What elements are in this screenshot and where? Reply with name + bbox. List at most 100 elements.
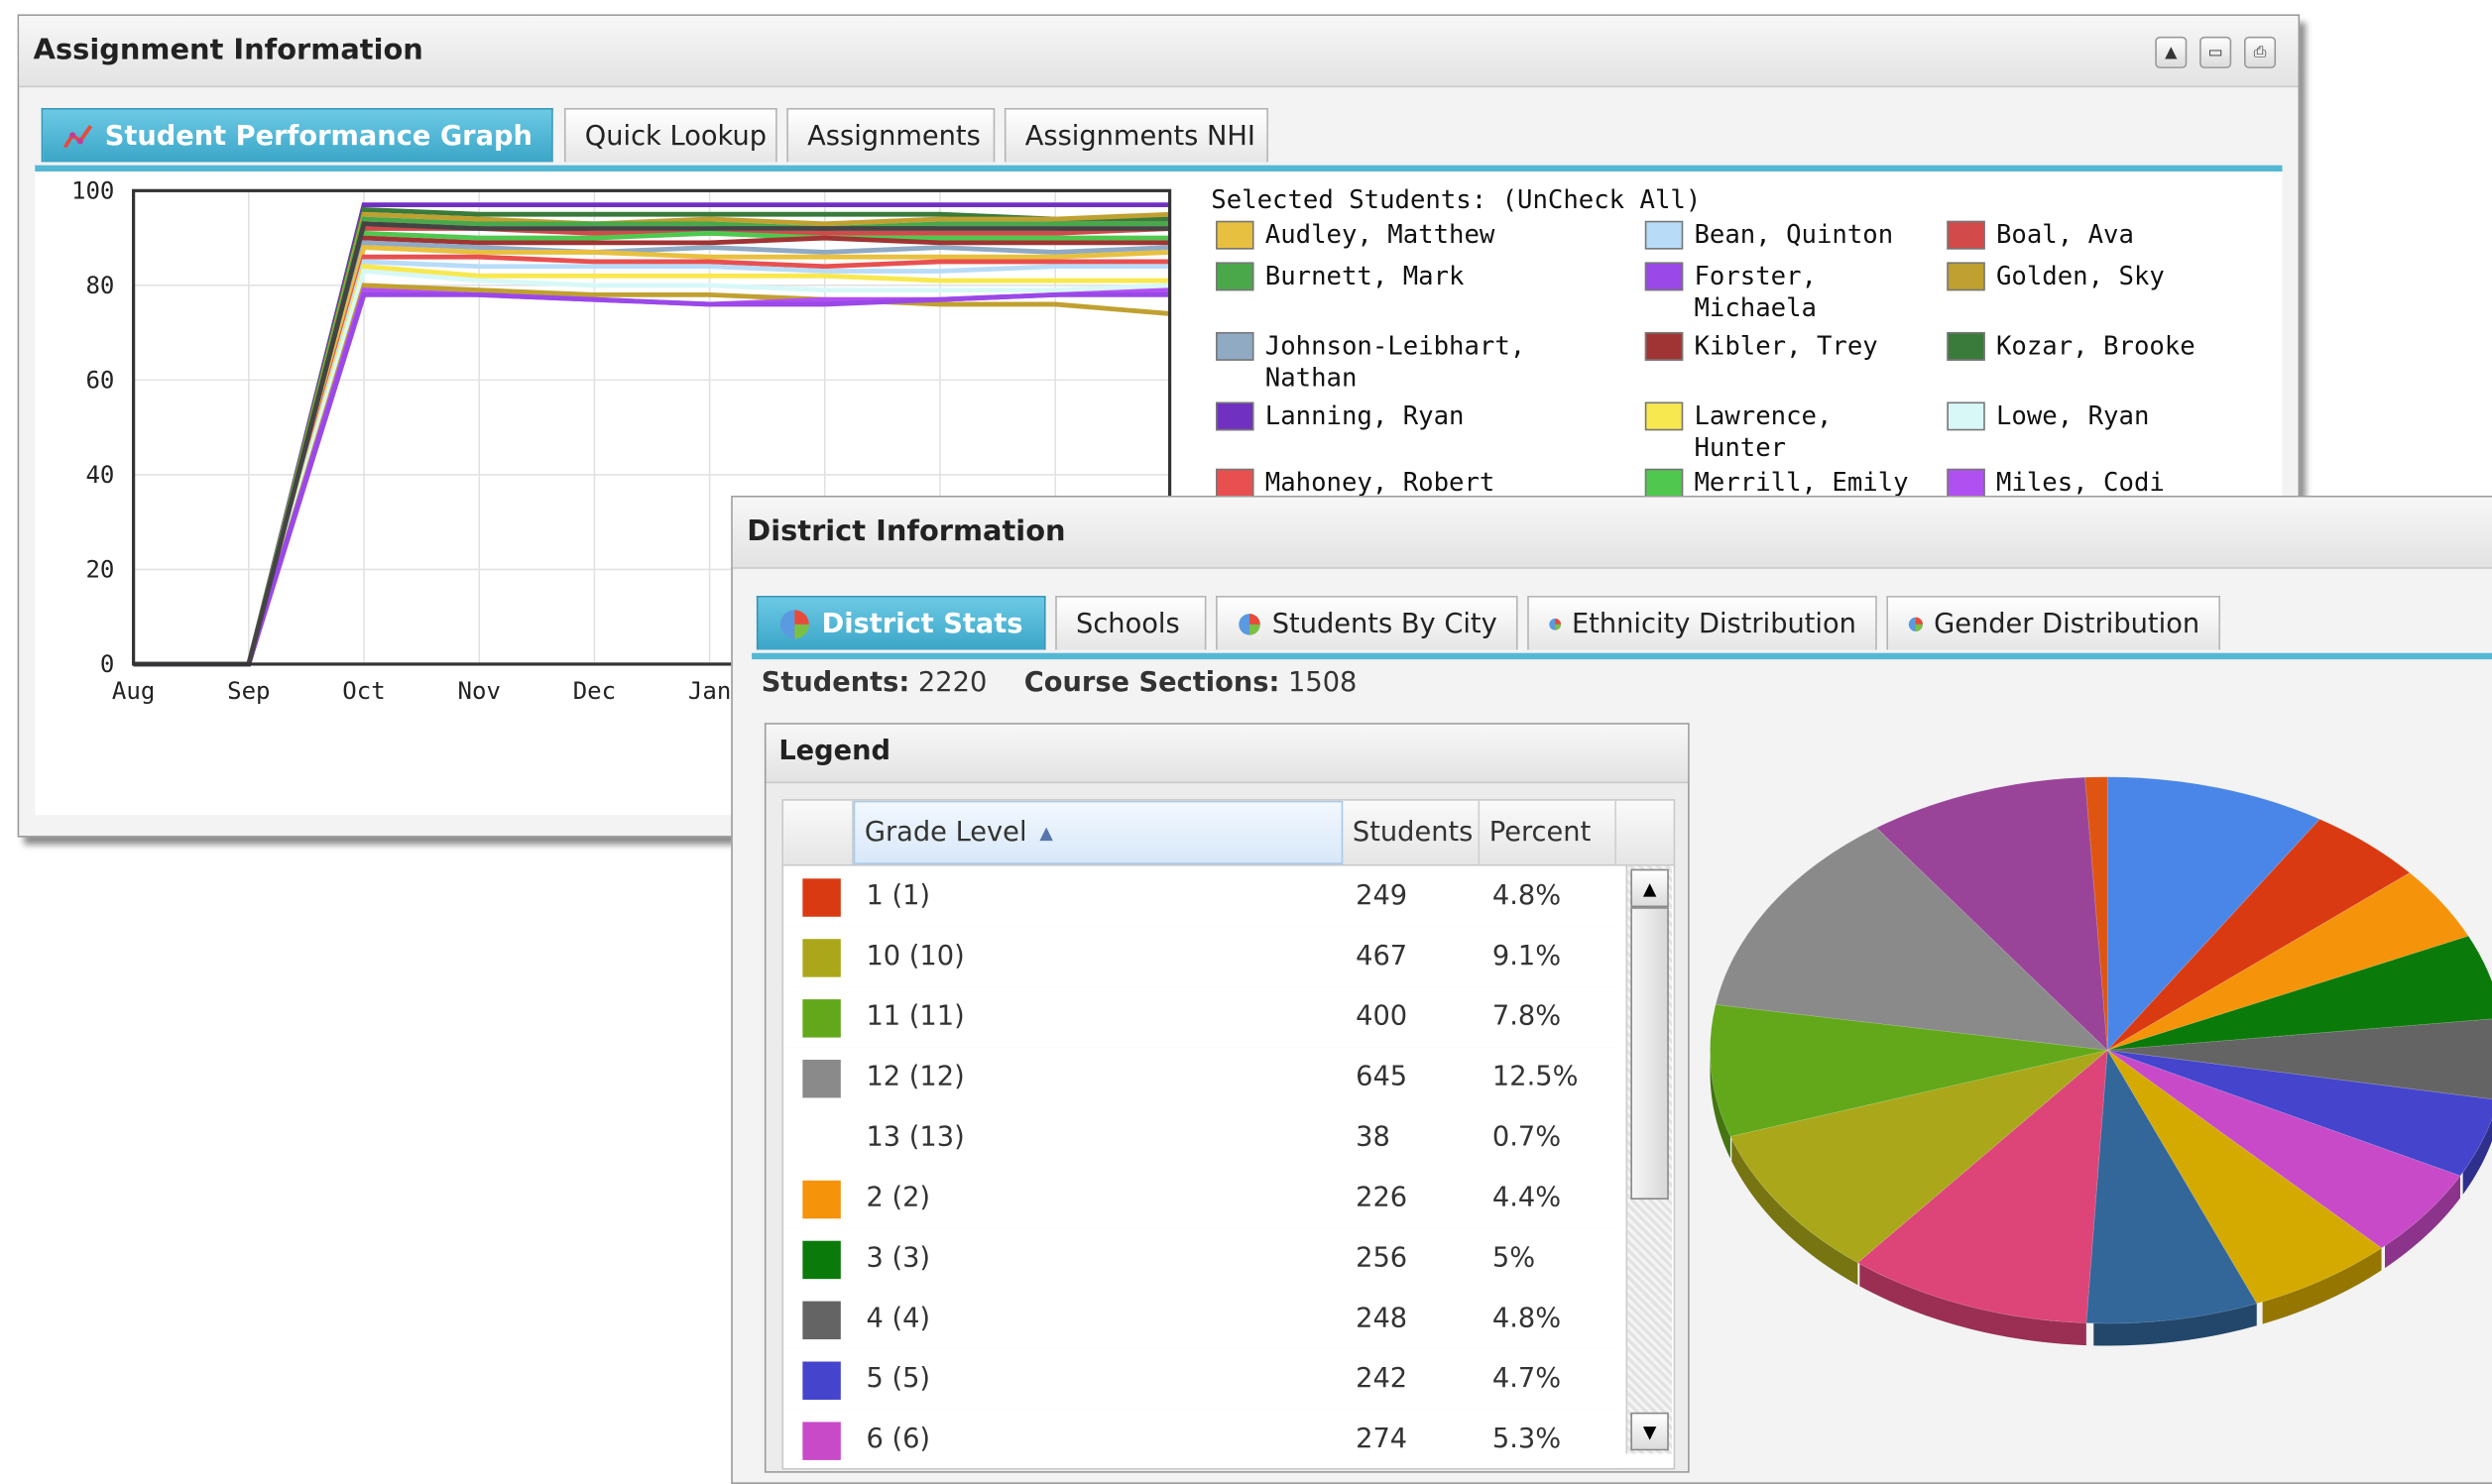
legend-students-cell: 256 <box>1356 1242 1408 1275</box>
collapse-icon[interactable]: ▲ <box>2155 36 2188 68</box>
legend-students-cell: 38 <box>1356 1121 1390 1154</box>
legend-row[interactable]: 4 (4) 248 4.8% <box>783 1288 1620 1351</box>
student-legend-item[interactable]: Bean, Quinton <box>1640 219 1926 251</box>
tab-student-performance-graph[interactable]: Student Performance Graph <box>41 107 553 163</box>
grade-color-swatch <box>802 1422 841 1460</box>
assignment-tabs: Student Performance Graph Quick Lookup A… <box>35 107 2283 172</box>
legend-percent-cell: 4.7% <box>1491 1363 1562 1396</box>
student-legend: Audley, Matthew Bean, Quinton Boal, Ava Bur… <box>1211 219 2276 498</box>
legend-students-cell: 226 <box>1356 1182 1408 1214</box>
legend-row[interactable]: 12 (12) 645 12.5% <box>783 1047 1620 1109</box>
tab-label: Assignments NHI <box>1024 120 1255 153</box>
legend-row[interactable]: 11 (11) 400 7.8% <box>783 986 1620 1049</box>
student-legend-item[interactable]: Lowe, Ryan <box>1942 400 2260 432</box>
x-tick-label: Nov <box>458 677 501 705</box>
legend-row[interactable]: 6 (6) 274 5.3% <box>783 1409 1620 1468</box>
student-legend-item[interactable]: Golden, Sky <box>1942 261 2260 292</box>
legend-grade-cell: 2 (2) <box>866 1182 931 1214</box>
pie-chart-icon <box>779 609 809 638</box>
print-icon[interactable]: ⎙ <box>2244 36 2277 68</box>
tab-assignments[interactable]: Assignments <box>786 107 996 163</box>
assignment-titlebar[interactable]: Assignment Information ▲ ▭ ⎙ <box>19 16 2299 88</box>
student-color-swatch <box>1947 401 1985 431</box>
tab-district-stats[interactable]: District Stats <box>756 596 1046 650</box>
tab-students-by-city[interactable]: Students By City <box>1216 596 1518 650</box>
pie-chart-icon <box>1908 617 1923 631</box>
student-legend-item[interactable]: Kozar, Brooke <box>1942 330 2260 362</box>
legend-titlebar: Legend <box>766 724 1689 784</box>
grade-color-swatch <box>802 1240 841 1280</box>
y-tick-label: 60 <box>85 366 114 394</box>
legend-rows: 1 (1) 249 4.8% 10 (10) 467 9.1% 11 (11) 400 7.8%… <box>783 865 1620 1468</box>
student-legend-item[interactable]: Lanning, Ryan <box>1211 400 1624 432</box>
student-legend-item[interactable]: Audley, Matthew <box>1211 219 1624 251</box>
student-legend-item[interactable]: Forster, Michaela <box>1640 261 1926 324</box>
student-name: Johnson-Leibhart, Nathan <box>1264 330 1526 393</box>
legend-grade-cell: 1 (1) <box>866 879 931 912</box>
legend-grade-cell: 5 (5) <box>866 1363 931 1396</box>
tab-assignments-nhi[interactable]: Assignments NHI <box>1004 107 1268 163</box>
legend-grade-cell: 12 (12) <box>866 1061 965 1093</box>
student-legend-item[interactable]: Kibler, Trey <box>1640 330 1926 362</box>
student-color-swatch <box>1947 262 1985 291</box>
legend-grade-cell: 13 (13) <box>866 1121 965 1154</box>
sections-stat-label: Course Sections: <box>1023 667 1280 700</box>
student-legend-item[interactable]: Merrill, Emily <box>1640 467 1926 498</box>
legend-row[interactable]: 10 (10) 467 9.1% <box>783 926 1620 988</box>
student-name: Lowe, Ryan <box>1995 400 2150 431</box>
student-legend-item[interactable]: Johnson-Leibhart, Nathan <box>1211 330 1624 394</box>
student-legend-item[interactable]: Boal, Ava <box>1942 219 2260 251</box>
tab-label: Assignments <box>807 120 981 153</box>
scroll-up-button[interactable]: ▲ <box>1630 868 1669 908</box>
student-name: Miles, Codi <box>1995 467 2165 498</box>
scroll-thumb[interactable] <box>1630 907 1669 1200</box>
district-stats-line: Students: 2220 Course Sections: 1508 <box>762 667 1358 699</box>
grade-level-header-label: Grade Level <box>864 816 1027 849</box>
grade-level-column-header[interactable]: Grade Level ▲ <box>853 800 1344 864</box>
student-legend-item[interactable]: Mahoney, Robert <box>1211 467 1624 498</box>
student-color-swatch <box>1216 468 1254 498</box>
legend-students-cell: 249 <box>1356 879 1408 912</box>
sections-stat-value: 1508 <box>1288 667 1358 700</box>
scrollbar[interactable]: ▲ ▼ <box>1625 865 1673 1454</box>
legend-percent-cell: 7.8% <box>1491 1000 1562 1033</box>
legend-row[interactable]: 5 (5) 242 4.7% <box>783 1348 1620 1412</box>
student-color-swatch <box>1216 331 1254 361</box>
district-tabs: District Stats Schools Students By City … <box>752 596 2492 660</box>
student-color-swatch <box>1216 401 1254 431</box>
tab-quick-lookup[interactable]: Quick Lookup <box>563 107 777 163</box>
legend-row[interactable]: 1 (1) 249 4.8% <box>783 865 1620 928</box>
students-header-label: Students <box>1352 816 1474 849</box>
grade-color-swatch <box>802 999 841 1038</box>
scroll-down-button[interactable]: ▼ <box>1630 1412 1669 1451</box>
tab-schools[interactable]: Schools <box>1055 596 1207 650</box>
student-legend-item[interactable]: Burnett, Mark <box>1211 261 1624 292</box>
tab-gender-distribution[interactable]: Gender Distribution <box>1886 596 2220 650</box>
legend-grid: Grade Level ▲ Students Percent 1 (1) 249 4… <box>781 799 1676 1470</box>
district-titlebar[interactable]: District Information <box>732 497 2492 569</box>
assignment-window-title: Assignment Information <box>33 33 423 67</box>
legend-row[interactable]: 3 (3) 256 5% <box>783 1227 1620 1291</box>
maximize-icon[interactable]: ▭ <box>2199 36 2232 68</box>
student-legend-item[interactable]: Miles, Codi <box>1942 467 2260 498</box>
legend-percent-cell: 12.5% <box>1491 1061 1579 1093</box>
y-tick-label: 0 <box>100 650 114 678</box>
percent-column-header[interactable]: Percent <box>1480 800 1616 864</box>
legend-percent-cell: 4.4% <box>1491 1182 1562 1214</box>
pie-chart-icon <box>1239 613 1260 634</box>
percent-header-label: Percent <box>1488 816 1592 849</box>
pie-chart-icon <box>1549 618 1562 629</box>
students-column-header[interactable]: Students <box>1343 800 1481 864</box>
student-color-swatch <box>1947 220 1985 250</box>
legend-row[interactable]: 2 (2) 226 4.4% <box>783 1167 1620 1230</box>
y-tick-label: 80 <box>85 272 114 299</box>
selected-students-label[interactable]: Selected Students: (UnCheck All) <box>1211 184 1701 214</box>
student-legend-item[interactable]: Lawrence, Hunter <box>1640 400 1926 464</box>
legend-row[interactable]: 13 (13) 38 0.7% <box>783 1107 1620 1170</box>
legend-grade-cell: 6 (6) <box>866 1424 931 1456</box>
grade-color-swatch <box>802 1060 841 1098</box>
tab-ethnicity-distribution[interactable]: Ethnicity Distribution <box>1527 596 1877 650</box>
legend-percent-cell: 5.3% <box>1491 1424 1562 1456</box>
legend-percent-cell: 0.7% <box>1491 1121 1562 1154</box>
tab-label: Students By City <box>1271 608 1497 640</box>
